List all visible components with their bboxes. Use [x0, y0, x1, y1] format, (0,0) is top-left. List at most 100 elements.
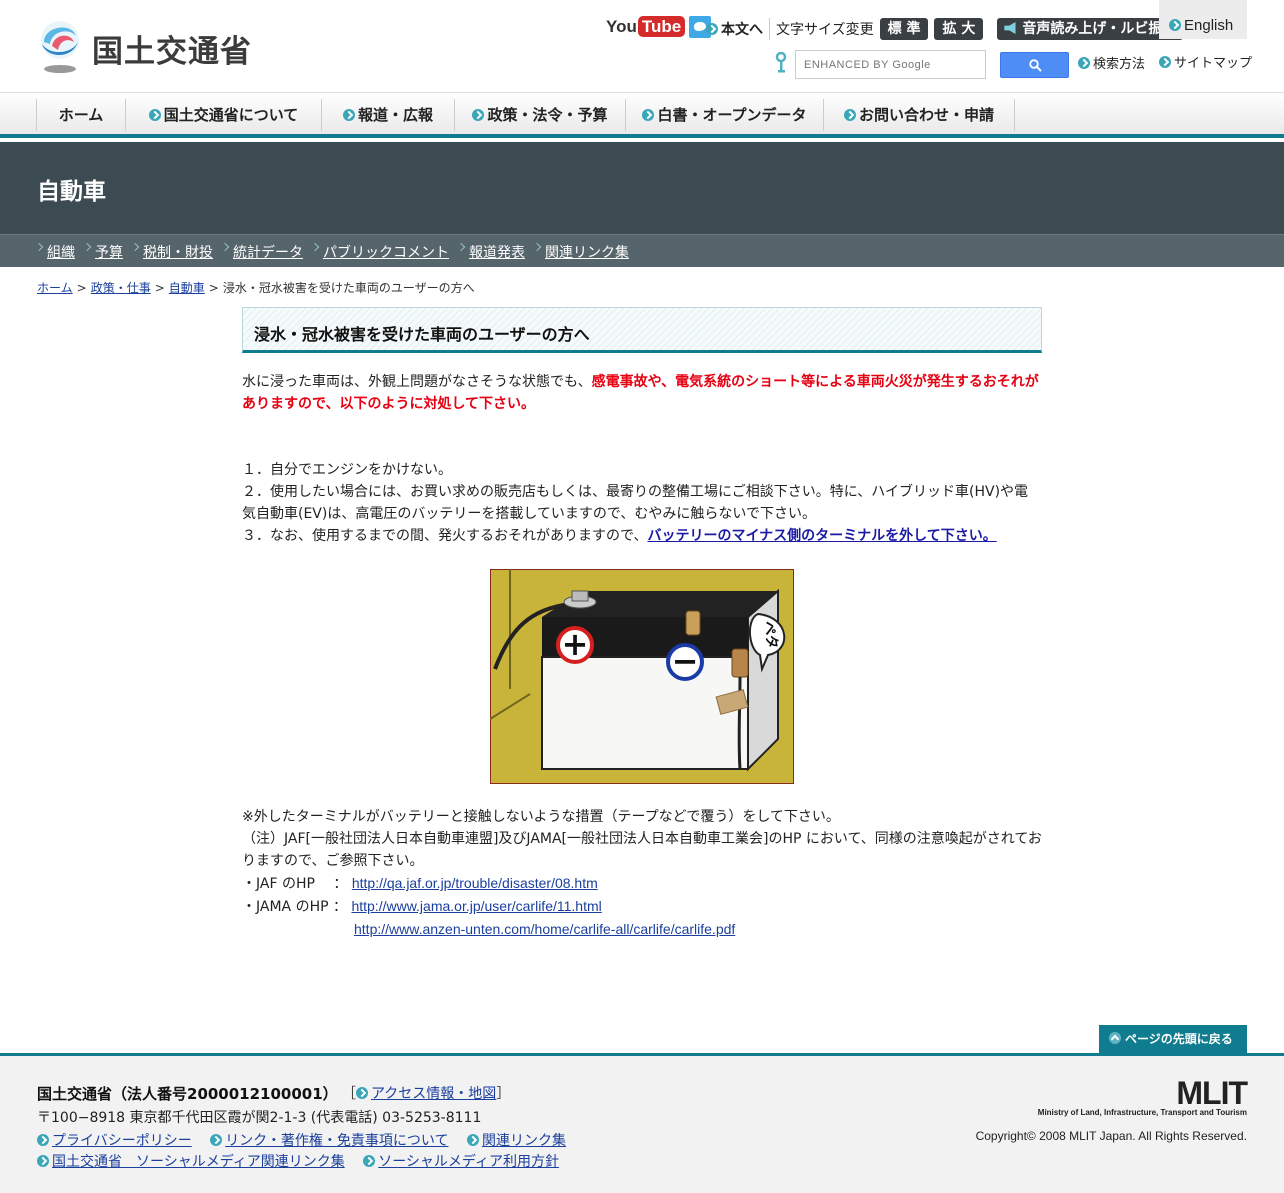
search-button[interactable]	[1000, 52, 1069, 78]
arrow-icon	[642, 109, 655, 121]
jama-line-2: http://www.anzen-unten.com/home/carlife-…	[242, 918, 1042, 941]
subnav-press-release[interactable]: 報道発表	[469, 242, 525, 262]
footer-links-row-1: プライバシーポリシー リンク・著作権・免責事項について 関連リンク集	[37, 1130, 580, 1150]
voice-ruby-button[interactable]: 音声読み上げ・ルビ振り	[997, 18, 1184, 40]
gnav-whitepaper[interactable]: 白書・オープンデータ	[625, 99, 823, 131]
note-cover-terminal: ※外したターミナルがバッテリーと接触しないような措置（テープなどで覆う）をして下…	[242, 809, 840, 825]
sitemap-link[interactable]: サイトマップ	[1159, 52, 1252, 71]
search-icon	[1029, 59, 1042, 72]
arrow-icon	[1078, 57, 1090, 69]
gnav-about[interactable]: 国土交通省について	[125, 99, 321, 131]
privacy-policy-link[interactable]: プライバシーポリシー	[52, 1133, 192, 1149]
font-size-label: 文字サイズ変更	[776, 22, 874, 38]
social-media-policy-link[interactable]: ソーシャルメディア利用方針	[378, 1154, 559, 1170]
instruction-list: １．自分でエンジンをかけない。 ２．使用したい場合には、お買い求めの販売店もしく…	[242, 459, 1042, 547]
note-jaf-jama: （注）JAF[一般社団法人日本自動車連盟]及びJAMA[一般社団法人日本自動車工…	[242, 831, 1042, 869]
breadcrumb-separator: >	[208, 281, 219, 295]
mlit-full-name: Ministry of Land, Infrastructure, Transp…	[1037, 1108, 1247, 1117]
intro-paragraph: 水に浸った車両は、外観上問題がなさそうな状態でも、感電事故や、電気系統のショート…	[242, 371, 1042, 415]
jaf-link[interactable]: http://qa.jaf.or.jp/trouble/disaster/08.…	[352, 875, 598, 891]
org-name: 国土交通省	[92, 34, 252, 70]
subnav-budget[interactable]: 予算	[95, 242, 123, 262]
utility-nav: 本文へ 文字サイズ変更 標 準 拡 大 音声読み上げ・ルビ振り	[706, 17, 1184, 41]
subnav-statistics[interactable]: 統計データ	[233, 242, 303, 262]
instruction-item-3: ３．なお、使用するまでの間、発火するおそれがありますので、バッテリーのマイナス側…	[242, 528, 997, 544]
search-method-link[interactable]: 検索方法	[1078, 53, 1145, 72]
arrow-icon	[466, 1134, 479, 1146]
chevron-right-icon	[456, 242, 466, 252]
social-links: You Tube	[606, 16, 712, 38]
breadcrumb-car[interactable]: 自動車	[169, 281, 205, 295]
voice-ruby-label: 音声読み上げ・ルビ振り	[1022, 21, 1177, 37]
plus-symbol: +	[562, 625, 589, 663]
anzen-unten-link[interactable]: http://www.anzen-unten.com/home/carlife-…	[354, 921, 735, 937]
chevron-right-icon	[34, 242, 44, 252]
jaf-line: ・JAF のHP ： http://qa.jaf.or.jp/trouble/d…	[242, 875, 598, 892]
subnav-related-links[interactable]: 関連リンク集	[545, 242, 629, 262]
english-link[interactable]: English	[1159, 0, 1247, 39]
breadcrumb: ホーム > 政策・仕事 > 自動車 > 浸水・冠水被害を受けた車両のユーザーの方へ	[37, 279, 475, 296]
gnav-press[interactable]: 報道・広報	[321, 99, 454, 131]
jama-link[interactable]: http://www.jama.or.jp/user/carlife/11.ht…	[351, 898, 601, 914]
battery-terminal-illustration: + − ペタ	[490, 569, 794, 784]
site-footer: 国土交通省（法人番号2000012100001） ［ アクセス情報・地図］ 〒10…	[0, 1053, 1284, 1193]
footer-org-name: 国土交通省（法人番号2000012100001）	[37, 1085, 338, 1103]
arrow-up-icon	[1109, 1032, 1121, 1044]
footer-links-row-2: 国土交通省 ソーシャルメディア関連リンク集 ソーシャルメディア利用方針	[37, 1151, 573, 1171]
site-header: 国土交通省 You Tube 本文へ 文字サイズ変更 標 準 拡 大 音声読み上げ…	[0, 0, 1284, 92]
gnav-contact[interactable]: お問い合わせ・申請	[823, 99, 1015, 131]
font-standard-button[interactable]: 標 準	[879, 18, 929, 40]
search-input[interactable]	[795, 50, 986, 79]
content-heading-box: 浸水・冠水被害を受けた車両のユーザーの方へ	[242, 307, 1042, 353]
divider	[769, 18, 770, 40]
font-large-button[interactable]: 拡 大	[934, 18, 984, 40]
instruction-item-2: ２．使用したい場合には、お買い求めの販売店もしくは、最寄りの整備工場にご相談下さ…	[242, 484, 1029, 522]
footer-access: ［ アクセス情報・地図］	[342, 1086, 511, 1102]
jama-line: ・JAMA のHP ： http://www.jama.or.jp/user/c…	[242, 898, 602, 915]
arrow-icon	[1159, 56, 1171, 68]
breadcrumb-current: 浸水・冠水被害を受けた車両のユーザーの方へ	[222, 281, 475, 295]
mlit-logo[interactable]: 国土交通省	[36, 20, 266, 74]
gnav-policy[interactable]: 政策・法令・予算	[454, 99, 625, 131]
arrow-icon	[37, 1155, 49, 1167]
mlit-emblem-icon	[41, 21, 79, 73]
social-media-links-link[interactable]: 国土交通省 ソーシャルメディア関連リンク集	[52, 1154, 345, 1170]
arrow-icon	[342, 109, 355, 121]
page-title: 浸水・冠水被害を受けた車両のユーザーの方へ	[254, 325, 590, 344]
related-links-link[interactable]: 関連リンク集	[482, 1133, 566, 1149]
section-sub-nav: 組織 予算 税制・財投 統計データ パブリックコメント 報道発表 関連リンク集	[0, 234, 1284, 267]
skip-to-main-link[interactable]: 本文へ	[721, 19, 763, 39]
arrow-icon	[37, 1134, 49, 1146]
arrow-icon	[706, 23, 718, 35]
minus-symbol: −	[672, 642, 699, 680]
battery-terminal-link[interactable]: バッテリーのマイナス側のターミナルを外して下さい。	[647, 528, 996, 544]
breadcrumb-separator: >	[76, 281, 87, 295]
instruction-item-1: １．自分でエンジンをかけない。	[242, 462, 452, 478]
chevron-right-icon	[310, 242, 320, 252]
subnav-tax[interactable]: 税制・財投	[143, 242, 213, 262]
chevron-right-icon	[130, 242, 140, 252]
copyright-text: Copyright© 2008 MLIT Japan. All Rights R…	[975, 1129, 1247, 1143]
subnav-organization[interactable]: 組織	[47, 242, 75, 262]
breadcrumb-policy[interactable]: 政策・仕事	[91, 281, 151, 295]
back-to-top-label: ページの先頭に戻る	[1125, 1032, 1233, 1046]
english-label: English	[1184, 17, 1234, 34]
mlit-wordmark: MLIT	[1176, 1075, 1248, 1111]
subnav-public-comment[interactable]: パブリックコメント	[323, 242, 449, 262]
copyright-disclaimer-link[interactable]: リンク・著作権・免責事項について	[225, 1133, 448, 1149]
section-title: 自動車	[37, 179, 106, 205]
global-nav: ホーム 国土交通省について 報道・広報 政策・法令・予算 白書・オープンデータ …	[0, 92, 1284, 138]
access-map-link[interactable]: アクセス情報・地図	[371, 1086, 496, 1102]
arrow-icon	[356, 1087, 368, 1099]
chevron-right-icon	[220, 242, 230, 252]
section-title-band: 自動車	[0, 142, 1284, 234]
gnav-home[interactable]: ホーム	[36, 99, 125, 131]
youtube-icon[interactable]: You Tube	[606, 16, 686, 37]
breadcrumb-home[interactable]: ホーム	[37, 281, 73, 295]
arrow-icon	[210, 1134, 223, 1146]
location-pin-icon	[775, 52, 787, 73]
chevron-right-icon	[532, 242, 542, 252]
arrow-icon	[472, 109, 485, 121]
arrow-icon	[1169, 19, 1181, 31]
back-to-top-button[interactable]: ページの先頭に戻る	[1099, 1025, 1247, 1053]
